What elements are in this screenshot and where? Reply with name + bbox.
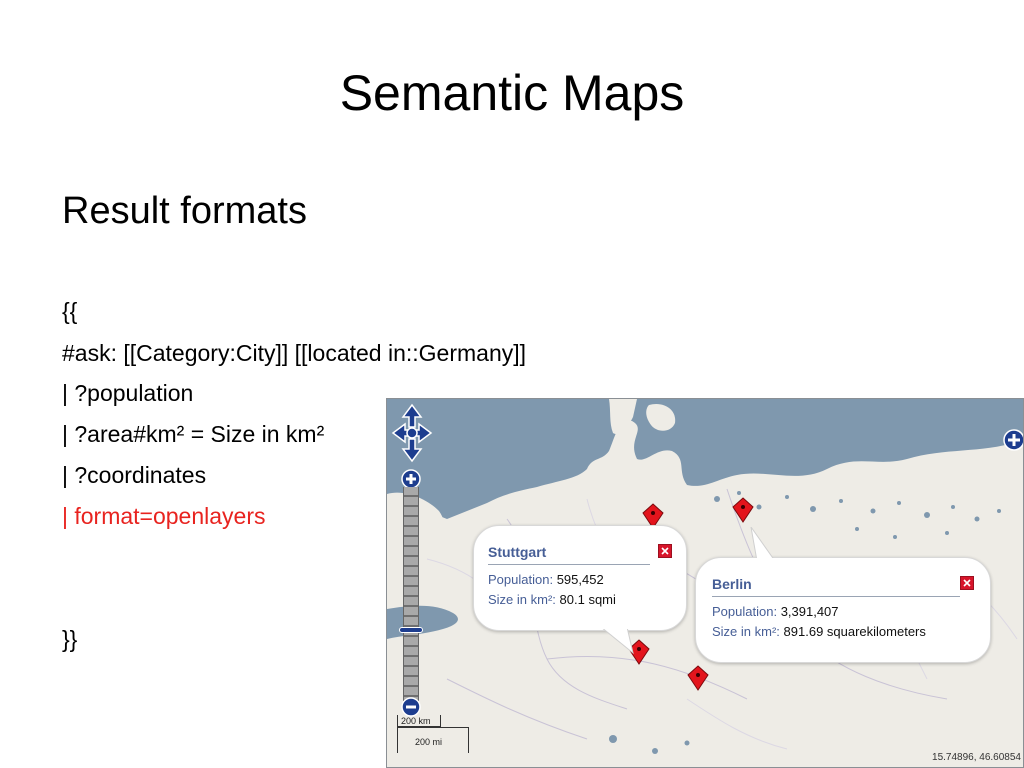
- mouse-coordinates: 15.74896, 46.60854: [932, 752, 1021, 763]
- scale-mi: 200 mi: [415, 737, 443, 747]
- map-viewport[interactable]: Stuttgart Population: 595,452 Size in km…: [386, 398, 1024, 768]
- zoom-slider-handle[interactable]: [399, 627, 423, 633]
- slide-subtitle: Result formats: [62, 190, 307, 232]
- popup-close-button[interactable]: [960, 576, 974, 590]
- code-line: {{: [62, 298, 78, 324]
- popup-population: Population: 595,452: [488, 572, 604, 587]
- scale-km: 200 km: [401, 716, 431, 726]
- code-line: | ?coordinates: [62, 462, 207, 488]
- code-line: | ?population: [62, 380, 194, 406]
- map-marker-icon[interactable]: [686, 665, 710, 691]
- code-line: #ask: [[Category:City]] [[located in::Ge…: [62, 340, 527, 366]
- popup-tail: [750, 527, 776, 561]
- slide-title: Semantic Maps: [339, 65, 685, 121]
- zoom-bar[interactable]: [399, 469, 423, 717]
- popup-size: Size in km²: 80.1 sqmi: [488, 592, 616, 607]
- popup-population: Population: 3,391,407: [712, 604, 839, 619]
- popup-close-button[interactable]: [658, 544, 672, 558]
- zoom-slider-track[interactable]: [403, 487, 419, 701]
- popup-tail: [600, 627, 634, 655]
- popup-size: Size in km²: 891.69 squarekilometers: [712, 624, 926, 639]
- popup-stuttgart: Stuttgart Population: 595,452 Size in km…: [473, 525, 687, 631]
- code-line-format: | format=openlayers: [62, 503, 266, 529]
- popup-berlin: Berlin Population: 3,391,407 Size in km²…: [695, 557, 991, 663]
- zoom-in-icon[interactable]: [401, 469, 421, 489]
- popup-title: Berlin: [712, 576, 752, 592]
- layer-switcher-icon[interactable]: [1003, 429, 1024, 451]
- close-icon: [661, 547, 669, 555]
- zoom-out-icon[interactable]: [401, 697, 421, 717]
- map-marker-icon[interactable]: [731, 497, 755, 523]
- scale-line: 200 km 200 mi: [395, 715, 475, 767]
- popup-title: Stuttgart: [488, 544, 547, 560]
- pan-control-icon[interactable]: [391, 403, 433, 463]
- code-line: | ?area#km² = Size in km²: [62, 421, 325, 447]
- close-icon: [963, 579, 971, 587]
- code-line: }}: [62, 626, 78, 652]
